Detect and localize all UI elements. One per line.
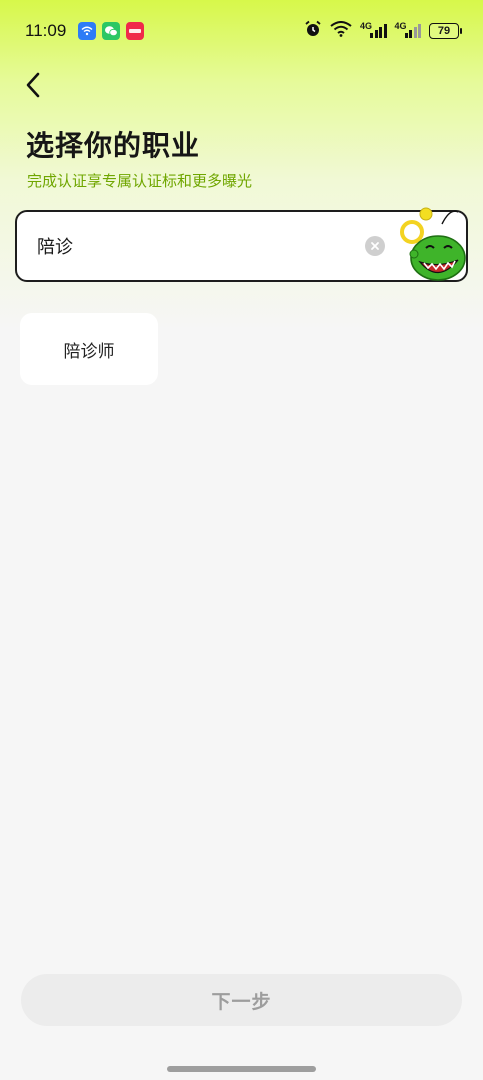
network-type-label: 4G xyxy=(360,21,373,31)
mascot-image xyxy=(400,207,466,281)
alarm-icon xyxy=(304,20,322,42)
page-title: 选择你的职业 xyxy=(26,129,201,162)
search-field[interactable]: 陪诊 xyxy=(15,207,468,282)
occupation-option[interactable]: 陪诊师 xyxy=(20,313,158,385)
wifi-icon xyxy=(330,21,352,41)
home-indicator[interactable] xyxy=(167,1066,316,1072)
next-step-button[interactable]: 下一步 xyxy=(21,974,462,1026)
status-bar: 11:09 4G 4G 79 xyxy=(0,0,483,62)
wifi-app-icon xyxy=(78,22,97,40)
wechat-icon xyxy=(102,22,121,40)
page-subtitle: 完成认证享专属认证标和更多曝光 xyxy=(27,172,253,190)
next-step-label: 下一步 xyxy=(211,990,272,1013)
signal-icon-2: 4G xyxy=(394,21,421,38)
network-type-label-2: 4G xyxy=(394,21,407,31)
chevron-left-icon xyxy=(26,72,40,98)
status-indicators: 4G 4G 79 xyxy=(304,20,462,42)
search-input[interactable]: 陪诊 xyxy=(37,233,73,259)
back-button[interactable] xyxy=(18,68,48,102)
xiaohongshu-icon xyxy=(126,22,145,40)
occupation-option-label: 陪诊师 xyxy=(63,341,115,362)
status-time: 11:09 xyxy=(25,21,67,40)
close-icon xyxy=(371,242,379,250)
clear-search-button[interactable] xyxy=(365,236,385,256)
signal-icon: 4G xyxy=(360,21,387,38)
battery-icon: 79 xyxy=(429,23,462,39)
